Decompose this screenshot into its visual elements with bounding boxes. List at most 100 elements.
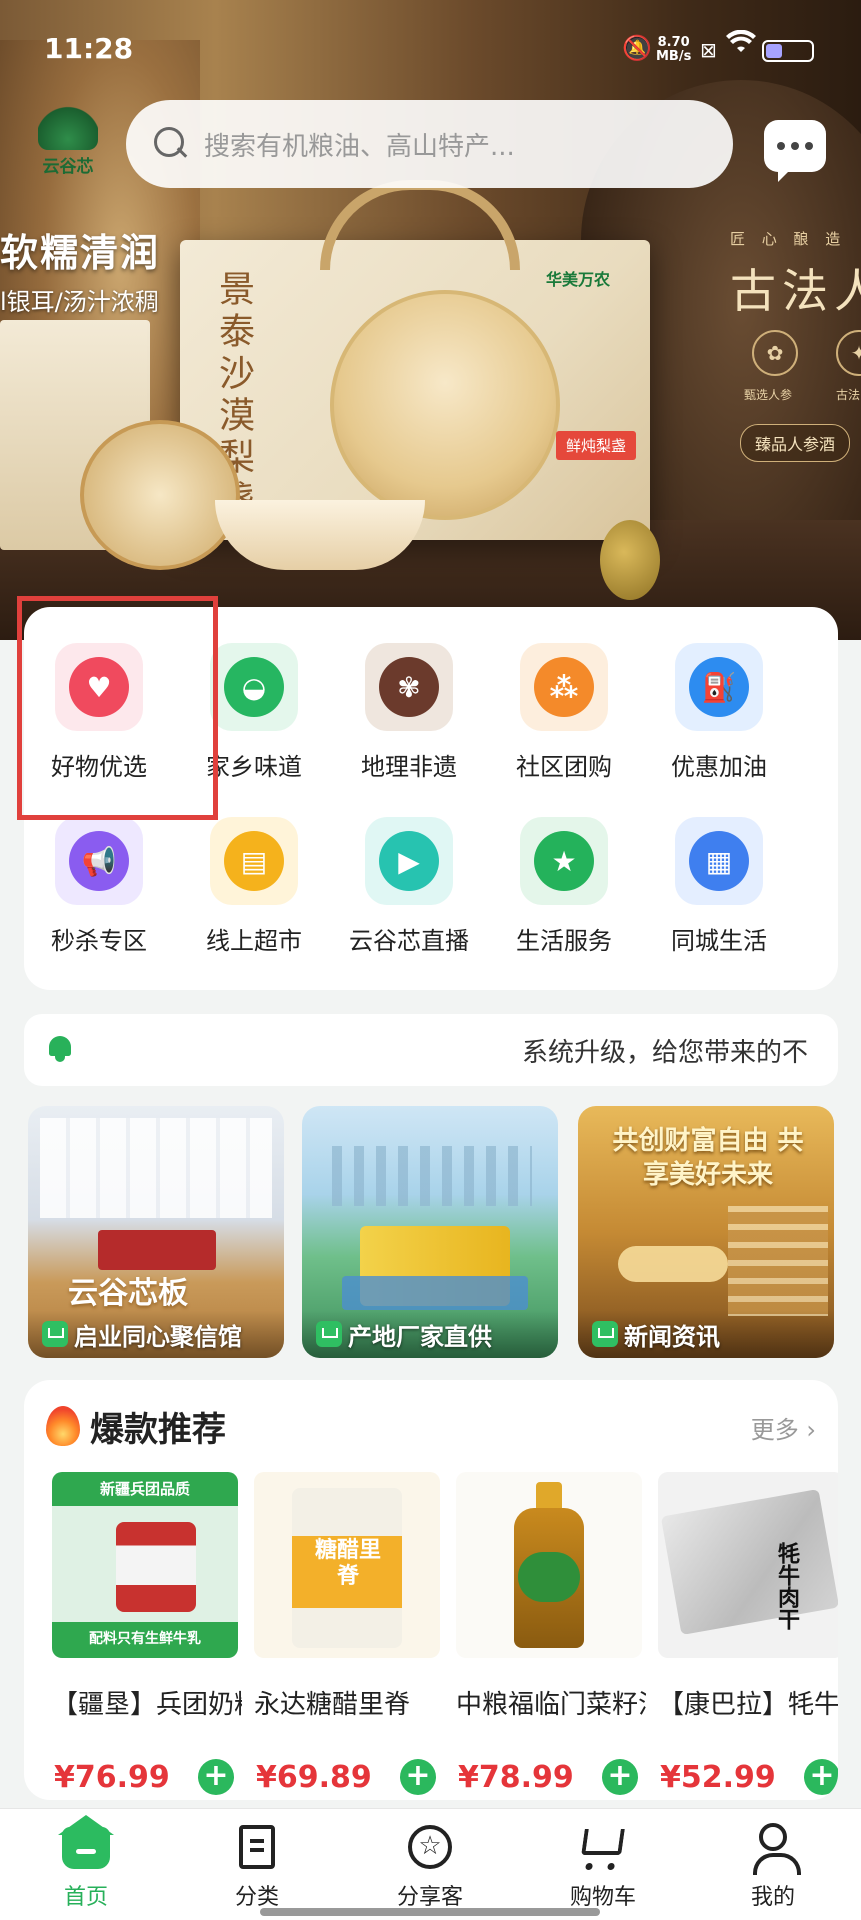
promo-card-news[interactable]: 共创财富自由 共享美好未来 新闻资讯	[578, 1106, 834, 1358]
search-placeholder: 搜索有机粮油、高山特产...	[204, 131, 515, 162]
tab-home[interactable]: 首页	[26, 1815, 146, 1911]
promo-label: 新闻资讯	[624, 1322, 720, 1351]
logo-text: 云谷芯	[42, 157, 94, 177]
battery-level	[766, 44, 782, 58]
promo-label: 启业同心聚信馆	[74, 1322, 242, 1351]
network-speed-value: 8.70	[657, 35, 690, 50]
handshake-image	[618, 1246, 728, 1282]
cart-icon	[577, 1821, 629, 1873]
add-to-cart-icon[interactable]: +	[602, 1759, 638, 1795]
category-item[interactable]: 📢 秒杀专区	[24, 817, 174, 956]
category-item[interactable]: ★ 生活服务	[489, 817, 639, 956]
banner-right-tagline: 匠 心 酿 造	[730, 230, 847, 248]
add-to-cart-icon[interactable]: +	[198, 1759, 234, 1795]
product-card[interactable]: 新疆兵团品质 配料只有生鲜牛乳 【疆垦】兵团奶粉 ¥76.99 +	[52, 1472, 242, 1795]
product-image-caption: 糖醋里脊	[314, 1538, 381, 1589]
product-image	[456, 1472, 642, 1658]
notice-text: 系统升级，给您带来的不	[522, 1038, 809, 1068]
category-item[interactable]: ⛽ 优惠加油	[644, 643, 794, 782]
search-bar[interactable]: 搜索有机粮油、高山特产...	[126, 100, 733, 188]
more-link[interactable]: 更多 ›	[751, 1410, 816, 1445]
category-item[interactable]: ✾ 地理非遗	[334, 643, 484, 782]
heritage-icon: ✾	[365, 643, 453, 731]
promo-big-text: 云谷芯板	[68, 1276, 188, 1311]
category-label: 生活服务	[516, 927, 612, 955]
product-card[interactable]: 中粮福临门菜籽油 ¥78.99 +	[456, 1472, 646, 1795]
product-image-caption: 配料只有生鲜牛乳	[89, 1631, 201, 1647]
banner-right-pill: 臻品人参酒	[740, 424, 851, 462]
star-smile-icon: ★	[520, 817, 608, 905]
promo-label: 产地厂家直供	[348, 1322, 492, 1351]
rice-bowl-icon: ◒	[210, 643, 298, 731]
more-label: 更多	[750, 1416, 799, 1444]
tab-label: 购物车	[569, 1885, 636, 1910]
category-item[interactable]: ▶ 云谷芯直播	[334, 817, 484, 956]
product-image: 糖醋里脊	[254, 1472, 440, 1658]
promo-caption: 产地厂家直供	[302, 1310, 558, 1358]
wifi-icon	[726, 29, 756, 63]
message-icon[interactable]	[764, 120, 826, 182]
banner-gift-box: 景泰沙漠梨盏 华美万农 鲜炖梨盏	[180, 180, 650, 540]
promo-card-pavilion[interactable]: 云谷芯板 启业同心聚信馆	[28, 1106, 284, 1358]
gift-box-image	[98, 1230, 216, 1270]
star-icon: ☆	[404, 1821, 456, 1873]
category-item[interactable]: ▦ 同城生活	[644, 817, 794, 956]
brand-wall-image	[40, 1118, 272, 1218]
product-card[interactable]: 糖醋里脊 永达糖醋里脊 ¥69.89 +	[254, 1472, 444, 1795]
product-price: ¥69.89	[256, 1760, 372, 1795]
category-item[interactable]: ⁂ 社区团购	[489, 643, 639, 782]
gift-box-handle	[320, 180, 520, 270]
fuel-icon: ⛽	[675, 643, 763, 731]
grid-apps-glyph: ▦	[689, 831, 749, 891]
group-buy-icon: ⁂	[520, 643, 608, 731]
bottom-tab-bar: 首页 分类 ☆ 分享客 购物车 我的	[0, 1808, 861, 1920]
store-glyph: ▤	[224, 831, 284, 891]
banner-jar	[80, 420, 240, 570]
grid-apps-icon: ▦	[675, 817, 763, 905]
category-label: 秒杀专区	[51, 927, 147, 955]
product-price: ¥76.99	[54, 1760, 170, 1795]
add-to-cart-icon[interactable]: +	[400, 1759, 436, 1795]
status-time: 11:28	[44, 32, 134, 65]
tab-label: 分享客	[396, 1885, 463, 1910]
tab-category[interactable]: 分类	[197, 1821, 317, 1911]
bell-icon	[46, 1034, 74, 1062]
live-video-glyph: ▶	[379, 831, 439, 891]
fuel-glyph: ⛽	[689, 657, 749, 717]
user-icon	[747, 1821, 801, 1875]
live-video-icon: ▶	[365, 817, 453, 905]
add-to-cart-icon[interactable]: +	[804, 1759, 838, 1795]
section-title: 爆款推荐	[90, 1410, 226, 1450]
hot-products-section: 爆款推荐 更多 › 新疆兵团品质 配料只有生鲜牛乳 【疆垦】兵团奶粉 ¥76.9…	[24, 1380, 838, 1800]
product-name: 【康巴拉】牦牛肉干	[658, 1690, 838, 1720]
product-card[interactable]: 牦牛肉干 【康巴拉】牦牛肉干 ¥52.99 +	[658, 1472, 838, 1795]
tab-label: 分类	[234, 1885, 279, 1910]
banner-badge-label: 甄选人参	[744, 388, 793, 402]
group-buy-glyph: ⁂	[534, 657, 594, 717]
heritage-glyph: ✾	[379, 657, 439, 717]
mute-bell-icon: 🔕	[622, 34, 652, 62]
bottle-label-image	[518, 1552, 580, 1602]
category-label: 优惠加油	[671, 753, 767, 781]
banner-headline: 软糯清润	[0, 230, 161, 275]
tab-cart[interactable]: 购物车	[543, 1821, 663, 1911]
bookmark-icon	[231, 1821, 283, 1873]
home-indicator	[260, 1908, 600, 1916]
search-icon	[154, 127, 188, 161]
category-label: 地理非遗	[361, 753, 457, 781]
product-name: 中粮福临门菜籽油	[456, 1690, 646, 1720]
category-label: 云谷芯直播	[349, 927, 469, 955]
promo-gold-text: 共创财富自由 共享美好未来	[612, 1126, 804, 1190]
tab-profile[interactable]: 我的	[713, 1821, 833, 1911]
tab-share[interactable]: ☆ 分享客	[370, 1821, 490, 1911]
flame-icon	[46, 1406, 80, 1446]
logo-mark-icon	[38, 96, 98, 150]
promo-card-factory[interactable]: 产地厂家直供	[302, 1106, 558, 1358]
category-label: 社区团购	[516, 753, 612, 781]
category-item[interactable]: ▤ 线上超市	[179, 817, 329, 956]
banner-right-title: 古法人	[730, 264, 861, 318]
category-label: 线上超市	[206, 927, 302, 955]
notice-bar[interactable]: 系统升级，给您带来的不	[24, 1014, 838, 1086]
promo-caption: 新闻资讯	[578, 1310, 834, 1358]
app-logo[interactable]: 云谷芯	[30, 96, 106, 192]
